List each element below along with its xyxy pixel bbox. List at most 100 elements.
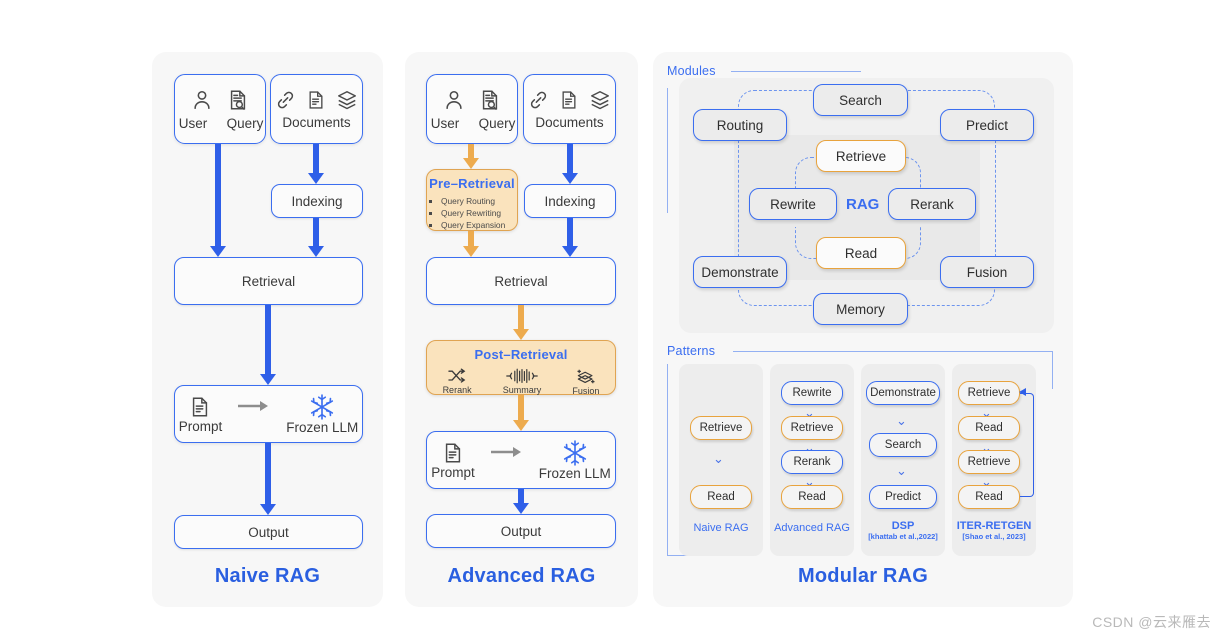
module-rerank[interactable]: Rerank	[888, 188, 976, 220]
right-arrow-icon	[490, 446, 523, 458]
chevron-down-icon: ⌄	[896, 463, 907, 478]
pre-retrieval-title: Pre–Retrieval	[429, 176, 515, 191]
module-routing[interactable]: Routing	[693, 109, 787, 141]
fusion-label: Fusion	[572, 386, 600, 396]
arrow-prompt-to-output	[260, 443, 276, 515]
user-label: User	[430, 115, 460, 131]
list-item: Query Rewriting	[441, 207, 517, 219]
pattern-step-search[interactable]: Search	[869, 433, 937, 457]
module-fusion-label: Fusion	[966, 264, 1008, 280]
advanced-prompt-label: Prompt	[431, 464, 475, 480]
pattern-step-label: Search	[884, 439, 922, 451]
modules-label: Modules	[667, 64, 716, 78]
rag-center-label: RAG	[846, 196, 880, 213]
list-item: Query Expansion	[441, 219, 517, 231]
advanced-documents-box: Documents	[523, 74, 616, 144]
link-icon	[275, 89, 296, 111]
advanced-frozen-llm-label: Frozen LLM	[538, 465, 611, 481]
pattern-step-read[interactable]: Read	[781, 485, 843, 509]
snowflake-icon	[309, 393, 335, 420]
arrow-indexing-to-retrieval	[308, 218, 324, 257]
pattern-step-predict[interactable]: Predict	[869, 485, 937, 509]
link-icon	[528, 89, 549, 111]
chevron-down-icon: ⌄	[896, 413, 907, 428]
arrow-prompt-to-output	[513, 489, 529, 514]
pattern-step-read[interactable]: Read	[690, 485, 752, 509]
pattern-step-retrieve[interactable]: Retrieve	[958, 450, 1020, 474]
advanced-output-label: Output	[500, 523, 542, 539]
pattern-step-retrieve[interactable]: Retrieve	[958, 381, 1020, 405]
pattern-step-label: Retrieve	[967, 456, 1011, 468]
naive-indexing-label: Indexing	[291, 193, 343, 209]
pattern-name-advanced-rag: Advanced RAG	[774, 522, 850, 534]
user-icon	[443, 88, 465, 112]
pattern-step-label: Read	[707, 491, 735, 503]
pattern-step-retrieve[interactable]: Retrieve	[781, 416, 843, 440]
query-document-search-icon	[227, 88, 249, 112]
naive-prompt-llm-box: Prompt Frozen LLM	[174, 385, 363, 443]
module-search-label: Search	[839, 92, 882, 108]
arrow-user-to-retrieval	[210, 144, 226, 257]
post-retrieval-box: Post–Retrieval Rerank Summary Fusion	[426, 340, 616, 396]
pattern-name-iter-retgen: ITER-RETGEN [Shao et al., 2023]	[948, 520, 1040, 541]
list-item: Query Routing	[441, 195, 517, 207]
pattern-step-read[interactable]: Read	[958, 485, 1020, 509]
module-fusion[interactable]: Fusion	[940, 256, 1034, 288]
pattern-step-label: Demonstrate	[870, 387, 936, 399]
pattern-step-label: Retrieve	[699, 422, 743, 434]
patterns-bracket-left	[667, 364, 669, 556]
advanced-output-node: Output	[426, 514, 616, 548]
summary-item: Summary	[502, 367, 542, 396]
pattern-step-rerank[interactable]: Rerank	[781, 450, 843, 474]
documents-label: Documents	[282, 114, 351, 130]
layers-icon	[589, 89, 611, 111]
fusion-item: Fusion	[572, 367, 599, 396]
module-search[interactable]: Search	[813, 84, 908, 116]
module-retrieve-label: Retrieve	[835, 148, 887, 164]
module-rerank-label: Rerank	[910, 196, 954, 212]
advanced-indexing-node: Indexing	[524, 184, 616, 218]
arrow-pre-retrieval-to-retrieval	[463, 231, 479, 257]
rerank-item: Rerank	[443, 367, 472, 396]
fusion-layers-icon	[574, 368, 598, 385]
naive-user-query-box: User Query	[174, 74, 266, 144]
rerank-shuffle-icon	[447, 368, 467, 384]
pre-retrieval-box: Pre–Retrieval Query Routing Query Rewrit…	[426, 169, 518, 231]
module-demonstrate[interactable]: Demonstrate	[693, 256, 787, 288]
prompt-document-icon	[442, 441, 464, 465]
module-retrieve[interactable]: Retrieve	[816, 140, 906, 172]
naive-output-node: Output	[174, 515, 363, 549]
summary-label: Summary	[502, 385, 542, 395]
watermark: CSDN @云来雁去	[1092, 614, 1211, 630]
module-rewrite[interactable]: Rewrite	[749, 188, 837, 220]
module-memory[interactable]: Memory	[813, 293, 908, 325]
naive-retrieval-label: Retrieval	[241, 273, 296, 289]
module-read-label: Read	[844, 245, 878, 261]
query-label: Query	[478, 115, 516, 131]
rerank-label: Rerank	[442, 385, 472, 395]
modular-rag-title: Modular RAG	[798, 565, 928, 587]
naive-retrieval-node: Retrieval	[174, 257, 363, 305]
user-icon	[191, 88, 213, 112]
naive-indexing-node: Indexing	[271, 184, 363, 218]
pattern-step-rewrite[interactable]: Rewrite	[781, 381, 843, 405]
panel-modular-rag: Modules Search Routing Predict Retrieve	[653, 52, 1073, 607]
pattern-step-label: Read	[798, 491, 826, 503]
pattern-step-demonstrate[interactable]: Demonstrate	[866, 381, 940, 405]
module-memory-label: Memory	[836, 301, 885, 317]
patterns-bracket-right	[1052, 351, 1054, 389]
module-predict[interactable]: Predict	[940, 109, 1034, 141]
query-document-search-icon	[479, 88, 501, 112]
pattern-step-read[interactable]: Read	[958, 416, 1020, 440]
module-read[interactable]: Read	[816, 237, 906, 269]
patterns-bracket-line	[733, 351, 1053, 353]
pattern-step-label: Rewrite	[792, 387, 832, 399]
post-retrieval-title: Post–Retrieval	[474, 347, 568, 362]
pattern-step-label: Retrieve	[967, 387, 1011, 399]
pattern-step-retrieve[interactable]: Retrieve	[690, 416, 752, 440]
documents-label: Documents	[535, 114, 604, 130]
iter-retgen-loop-arrowhead	[1019, 388, 1026, 396]
pre-retrieval-list: Query Routing Query Rewriting Query Expa…	[441, 195, 517, 232]
modules-bracket-line	[731, 71, 861, 73]
advanced-user-query-box: User Query	[426, 74, 518, 144]
